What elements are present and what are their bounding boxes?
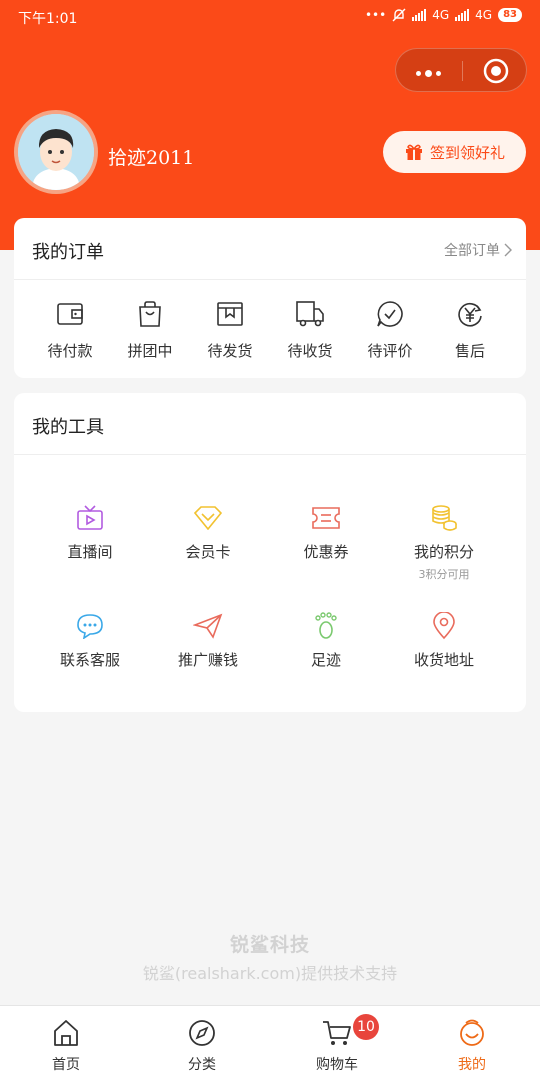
tab-label: 分类 (188, 1057, 216, 1073)
network-label-1: 4G (432, 8, 450, 22)
status-icons: ••• 4G 4G 83 (365, 8, 522, 22)
comment-icon (377, 301, 403, 327)
tool-shipping-address[interactable]: 收货地址 (384, 611, 504, 670)
order-pending-shipment[interactable]: 待发货 (190, 298, 270, 361)
tool-label: 收货地址 (413, 651, 474, 669)
location-pin-icon (433, 612, 455, 640)
tools-title: 我的工具 (32, 417, 104, 438)
order-item-label: 待评价 (367, 342, 413, 360)
order-after-sales[interactable]: 售后 (430, 298, 510, 361)
tab-mine[interactable]: 我的 (422, 1018, 522, 1074)
order-pending-review[interactable]: 待评价 (350, 298, 430, 361)
orders-title: 我的订单 (32, 242, 104, 263)
tab-label: 首页 (52, 1057, 80, 1073)
username: 拾迹2011 (108, 147, 195, 169)
status-time: 下午1:01 (18, 11, 78, 27)
capsule-divider (462, 61, 463, 81)
tab-category[interactable]: 分类 (152, 1018, 252, 1074)
signal-icon (412, 9, 427, 21)
tab-bar: 首页 分类 购物车 10 我的 (0, 1005, 540, 1080)
tool-label: 我的积分 (413, 543, 474, 561)
bell-muted-icon (392, 8, 406, 22)
avatar[interactable] (14, 110, 98, 194)
tool-label: 联系客服 (59, 651, 120, 669)
tool-label: 直播间 (67, 543, 113, 561)
tool-my-points[interactable]: 我的积分 3积分可用 (384, 503, 504, 582)
coins-icon (432, 505, 457, 531)
tool-coupon[interactable]: 优惠券 (266, 503, 386, 562)
order-item-label: 待付款 (47, 342, 93, 360)
coupon-icon (312, 507, 340, 529)
avatar-cartoon-icon (18, 114, 94, 190)
order-pending-payment[interactable]: 待付款 (30, 298, 110, 361)
tv-icon (77, 505, 103, 530)
tab-home[interactable]: 首页 (16, 1018, 116, 1074)
order-item-label: 拼团中 (127, 342, 173, 360)
tab-label: 购物车 (316, 1057, 358, 1073)
footprint-icon (315, 612, 337, 639)
all-orders-link[interactable]: 全部订单 (444, 240, 512, 260)
home-icon (54, 1020, 78, 1046)
more-dots-icon: ••• (364, 8, 387, 22)
cart-count-badge: 10 (353, 1014, 379, 1040)
paper-plane-icon (193, 613, 223, 639)
points-available: 3积分可用 (418, 568, 470, 581)
close-miniprogram-icon[interactable] (482, 57, 510, 85)
tab-label: 我的 (458, 1057, 486, 1073)
tool-customer-service[interactable]: 联系客服 (30, 611, 150, 670)
signal-icon-2 (455, 9, 470, 21)
smiley-icon (460, 1019, 484, 1046)
tool-label: 足迹 (310, 651, 341, 669)
wallet-icon (57, 303, 83, 325)
tool-label: 优惠券 (303, 543, 349, 561)
more-menu-icon[interactable] (416, 70, 441, 77)
truck-icon (296, 301, 324, 327)
tool-live-room[interactable]: 直播间 (30, 503, 150, 562)
tool-label: 会员卡 (185, 543, 231, 561)
brand-name: 锐鲨科技 (229, 934, 310, 956)
box-icon (217, 302, 243, 326)
tab-cart[interactable]: 购物车 10 (287, 1014, 387, 1074)
bag-icon (139, 301, 161, 327)
orders-card: 我的订单 全部订单 待付款 拼团中 待发货 待收货 待评价 售后 (14, 218, 526, 378)
network-label-2: 4G (475, 8, 493, 22)
order-item-label: 待收货 (287, 342, 333, 360)
compass-icon (189, 1020, 215, 1046)
status-bar: 下午1:01 ••• 4G 4G 83 (0, 0, 540, 36)
tool-footprint[interactable]: 足迹 (266, 611, 386, 670)
cart-icon (323, 1021, 351, 1045)
tools-card: 我的工具 直播间 会员卡 优惠券 我的积分 3积分可用 联系客服 推广赚钱 足迹… (14, 393, 526, 712)
battery-icon: 83 (498, 8, 522, 22)
yen-refresh-icon (458, 303, 482, 327)
tool-label: 推广赚钱 (177, 651, 238, 669)
order-item-label: 售后 (454, 342, 485, 360)
all-orders-label: 全部订单 (444, 243, 500, 259)
chat-bubble-icon (77, 614, 103, 639)
tool-member-card[interactable]: 会员卡 (148, 503, 268, 562)
order-pending-receipt[interactable]: 待收货 (270, 298, 350, 361)
tool-promote-earn[interactable]: 推广赚钱 (148, 611, 268, 670)
diamond-icon (193, 506, 223, 530)
gift-icon (405, 144, 422, 160)
tools-divider (14, 454, 526, 455)
tech-support-text: 锐鲨(realshark.com)提供技术支持 (142, 964, 398, 983)
signin-label: 签到领好礼 (429, 143, 505, 162)
signin-gift-button[interactable]: 签到领好礼 (383, 131, 526, 173)
orders-divider (14, 279, 526, 280)
order-item-label: 待发货 (207, 342, 253, 360)
order-group-buying[interactable]: 拼团中 (110, 298, 190, 361)
chevron-right-icon (504, 243, 512, 257)
